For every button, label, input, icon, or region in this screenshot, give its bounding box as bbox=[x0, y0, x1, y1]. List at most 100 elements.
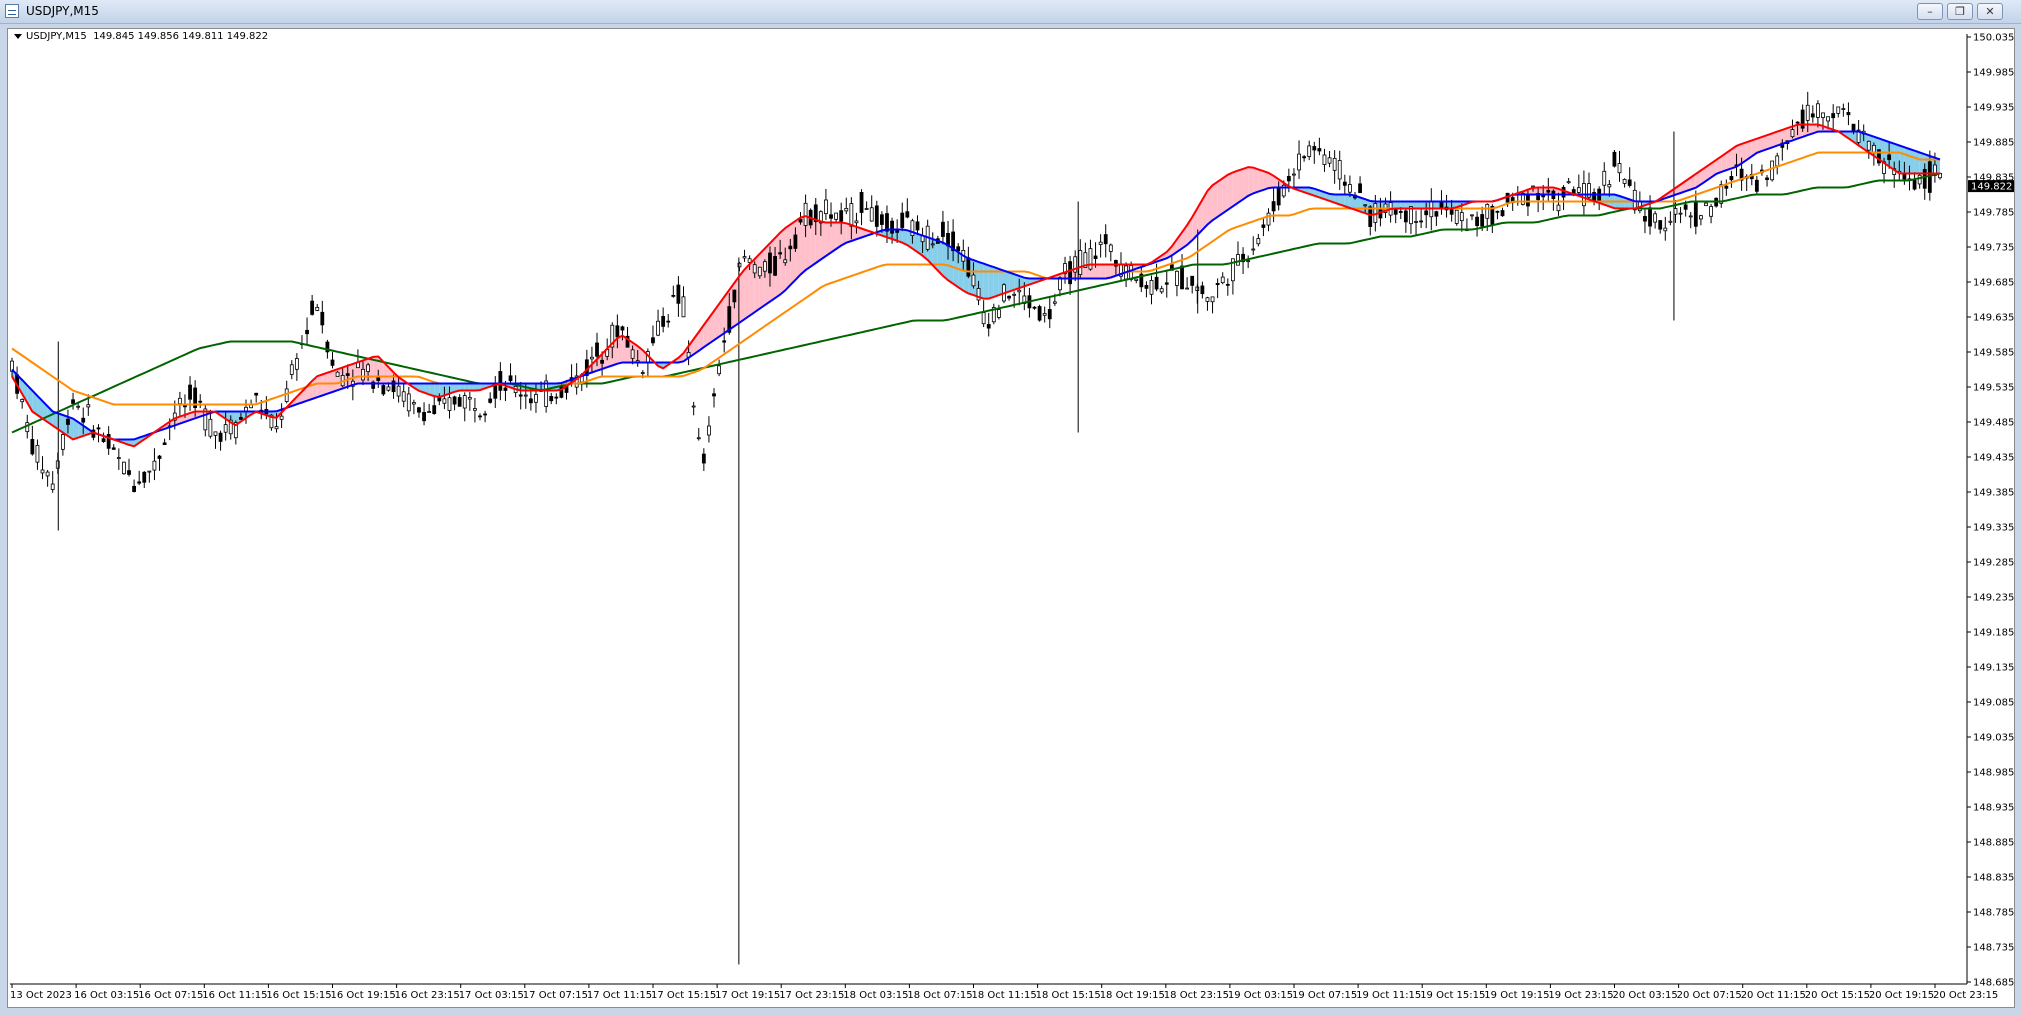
candle-body bbox=[874, 205, 879, 227]
time-tick-label: 20 Oct 19:15 bbox=[1869, 990, 1934, 1001]
ma-cloud-segment bbox=[942, 242, 949, 281]
ma-cloud-segment bbox=[820, 221, 826, 260]
candle-body bbox=[1816, 103, 1820, 118]
price-tick-label: 149.285 bbox=[1973, 558, 2014, 569]
candle-body bbox=[803, 202, 808, 226]
ma-cloud-segment bbox=[764, 243, 770, 306]
candle-body bbox=[1012, 293, 1017, 296]
price-tick-label: 148.685 bbox=[1973, 978, 2014, 989]
time-tick-label: 20 Oct 07:15 bbox=[1677, 990, 1742, 1001]
candle-body bbox=[656, 320, 660, 336]
candle-body bbox=[345, 373, 350, 376]
price-tick-label: 149.435 bbox=[1973, 453, 2014, 464]
candle-body bbox=[1236, 254, 1240, 266]
candle-body bbox=[386, 386, 391, 391]
candle-body bbox=[742, 256, 747, 259]
candle-body bbox=[1271, 201, 1276, 212]
candle-body bbox=[1836, 106, 1841, 114]
candle-body bbox=[1414, 221, 1418, 223]
candle-body bbox=[701, 453, 706, 464]
candle-body bbox=[60, 434, 65, 450]
ma-cloud-segment bbox=[1009, 272, 1015, 292]
time-tick-label: 17 Oct 15:15 bbox=[651, 990, 716, 1001]
candle-body bbox=[930, 243, 935, 246]
candle-body bbox=[1480, 214, 1485, 227]
candle-body bbox=[198, 400, 203, 403]
candle-body bbox=[274, 426, 279, 430]
candle-body bbox=[1709, 206, 1713, 217]
candle-body bbox=[1190, 275, 1195, 286]
candle-body bbox=[81, 417, 86, 423]
candle-body bbox=[1256, 238, 1261, 245]
time-tick-label: 20 Oct 23:15 bbox=[1933, 990, 1998, 1001]
ma-cloud-segment bbox=[759, 248, 765, 309]
ma-cloud-segment bbox=[739, 269, 745, 323]
time-tick-label: 17 Oct 19:15 bbox=[715, 990, 780, 1001]
time-tick-label: 19 Oct 11:15 bbox=[1356, 990, 1421, 1001]
ma-cloud-segment bbox=[1232, 170, 1238, 207]
candle-body bbox=[1693, 202, 1698, 227]
candle-body bbox=[1454, 209, 1459, 224]
candle-body bbox=[305, 329, 309, 335]
candle-body bbox=[1098, 241, 1103, 245]
candle-body bbox=[1078, 250, 1083, 275]
ma-cloud-segment bbox=[1909, 148, 1915, 174]
time-tick-label: 18 Oct 19:15 bbox=[1100, 990, 1165, 1001]
candle-body bbox=[590, 356, 594, 360]
candle-body bbox=[849, 203, 854, 227]
candle-body bbox=[96, 427, 101, 430]
candle-body bbox=[1495, 210, 1500, 213]
candle-body bbox=[1922, 168, 1927, 189]
candle-body bbox=[676, 284, 681, 304]
ma-cloud-segment bbox=[1914, 150, 1920, 174]
candle-body bbox=[1459, 212, 1464, 222]
candle-body bbox=[757, 266, 762, 277]
candle-body bbox=[71, 399, 75, 404]
candle-body bbox=[732, 289, 737, 303]
price-tick-label: 148.985 bbox=[1973, 768, 2014, 779]
candle-body bbox=[177, 397, 182, 404]
candle-body bbox=[1678, 212, 1683, 215]
candle-body bbox=[971, 274, 976, 287]
candle-body bbox=[824, 199, 828, 215]
candle-body bbox=[879, 214, 884, 225]
time-tick-label: 20 Oct 03:15 bbox=[1613, 990, 1678, 1001]
time-tick-label: 18 Oct 23:15 bbox=[1164, 990, 1229, 1001]
candle-body bbox=[534, 393, 538, 403]
ma-cloud-segment bbox=[1248, 167, 1254, 196]
ma-cloud-segment bbox=[1904, 147, 1910, 174]
candle-body bbox=[1831, 113, 1836, 119]
time-tick-label: 16 Oct 15:15 bbox=[266, 990, 331, 1001]
candle-body bbox=[1037, 306, 1042, 321]
candle-body bbox=[1612, 151, 1617, 167]
candle-body bbox=[1175, 270, 1179, 286]
candle-body bbox=[1658, 220, 1663, 230]
candle-body bbox=[640, 372, 645, 374]
candle-body bbox=[289, 364, 294, 375]
candle-body bbox=[1617, 163, 1622, 174]
candle-body bbox=[544, 380, 549, 407]
candle-body bbox=[1307, 145, 1312, 157]
candle-body bbox=[1663, 227, 1668, 232]
candle-body bbox=[1561, 186, 1566, 198]
candlestick-chart[interactable]: 150.035149.985149.935149.885149.835149.7… bbox=[0, 0, 2021, 1015]
candle-body bbox=[1821, 112, 1825, 118]
candle-body bbox=[559, 385, 564, 398]
candle-body bbox=[615, 325, 620, 338]
time-tick-label: 16 Oct 23:15 bbox=[395, 990, 460, 1001]
ma-cloud-segment bbox=[825, 222, 832, 257]
candle-body bbox=[1653, 213, 1658, 223]
candle-body bbox=[905, 211, 910, 218]
time-tick-label: 18 Oct 07:15 bbox=[907, 990, 972, 1001]
candle-body bbox=[223, 424, 228, 433]
candle-body bbox=[890, 220, 894, 234]
candle-body bbox=[829, 214, 833, 219]
candle-body bbox=[498, 371, 503, 391]
candle-body bbox=[1927, 161, 1932, 193]
candle-body bbox=[595, 342, 599, 357]
candle-body bbox=[213, 431, 218, 436]
ma-cloud-segment bbox=[317, 374, 323, 398]
candle-body bbox=[1144, 285, 1149, 289]
candle-body bbox=[315, 307, 320, 311]
candle-body bbox=[218, 432, 223, 442]
